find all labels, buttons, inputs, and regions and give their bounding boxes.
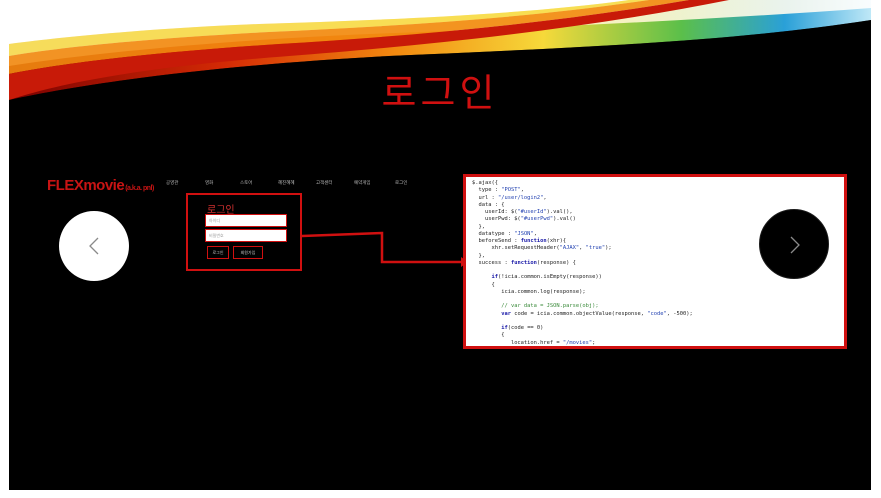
code-token: ,: [520, 187, 524, 194]
code-token: function: [520, 238, 547, 244]
code-token: success :: [472, 259, 511, 266]
code-token: "#userId": [517, 209, 547, 215]
code-line: {: [472, 332, 838, 339]
code-line: var code = icia.common.objectValue(respo…: [472, 311, 838, 318]
code-token: "true": [585, 245, 606, 252]
code-token: ).val(),: [546, 209, 573, 215]
code-token: function: [510, 259, 537, 266]
code-token: },: [472, 223, 485, 230]
code-token: "POST": [501, 187, 521, 194]
code-line: }: [472, 347, 838, 349]
prev-slide-button[interactable]: [59, 211, 129, 281]
code-token: // var data = JSON.parse(obj);: [501, 303, 599, 310]
code-token: userId: $(: [472, 209, 518, 215]
code-token: );: [605, 245, 612, 252]
code-line: data : {: [472, 202, 838, 209]
code-token: ).val(): [553, 216, 576, 223]
code-token: {: [472, 281, 495, 288]
code-token: }: [472, 347, 504, 349]
code-token: (code == 0): [507, 325, 544, 331]
code-token: beforeSend :: [472, 238, 521, 244]
code-token: },: [472, 252, 485, 259]
code-token: (xhr){: [546, 238, 567, 244]
code-token: icia.common.log(response);: [472, 288, 586, 295]
code-token: "AJAX": [559, 245, 580, 252]
code-line: // var data = JSON.parse(obj);: [472, 303, 838, 310]
code-token: userPwd: $(: [472, 216, 521, 223]
code-token: (!icia.common.isEmpty(response)): [497, 274, 602, 281]
chevron-right-icon: [790, 236, 800, 254]
code-token: , -500);: [666, 310, 693, 317]
chevron-left-icon: [89, 237, 99, 255]
presentation-slide: 로그인 FLEXmovie(a.k.a. pnl) 공영관 영화 스토어 혜진혜…: [9, 0, 871, 490]
code-line: icia.common.log(response);: [472, 289, 838, 296]
code-token: location.href =: [472, 339, 563, 346]
code-token: data : {: [472, 201, 505, 208]
code-token: "/user/login2": [497, 194, 544, 201]
code-token: ,: [533, 230, 537, 237]
code-line: location.href = "/movies";: [472, 340, 838, 347]
code-line: $.ajax({: [472, 180, 838, 187]
code-token: code = icia.common.objectValue(response,: [510, 310, 648, 317]
code-line: if(code == 0): [472, 325, 838, 332]
next-slide-button[interactable]: [759, 209, 829, 279]
code-token: xhr.setRequestHeader(: [472, 245, 560, 252]
code-token: var: [501, 310, 511, 317]
code-line: url : "/user/login2",: [472, 195, 838, 202]
code-token: ,: [543, 194, 547, 201]
code-token: ;: [592, 339, 596, 346]
code-token: type :: [472, 187, 502, 194]
code-token: "#userPwd": [520, 216, 554, 223]
code-token: $.ajax({: [472, 180, 498, 186]
code-token: datatype :: [472, 230, 515, 237]
code-token: (response) {: [536, 259, 576, 266]
code-line: type : "POST",: [472, 187, 838, 194]
code-token: {: [472, 332, 505, 339]
code-token: "code": [647, 310, 667, 317]
code-token: "JSON": [514, 230, 534, 237]
code-token: url :: [472, 194, 498, 201]
code-line: {: [472, 282, 838, 289]
code-token: "/movies": [562, 339, 593, 346]
